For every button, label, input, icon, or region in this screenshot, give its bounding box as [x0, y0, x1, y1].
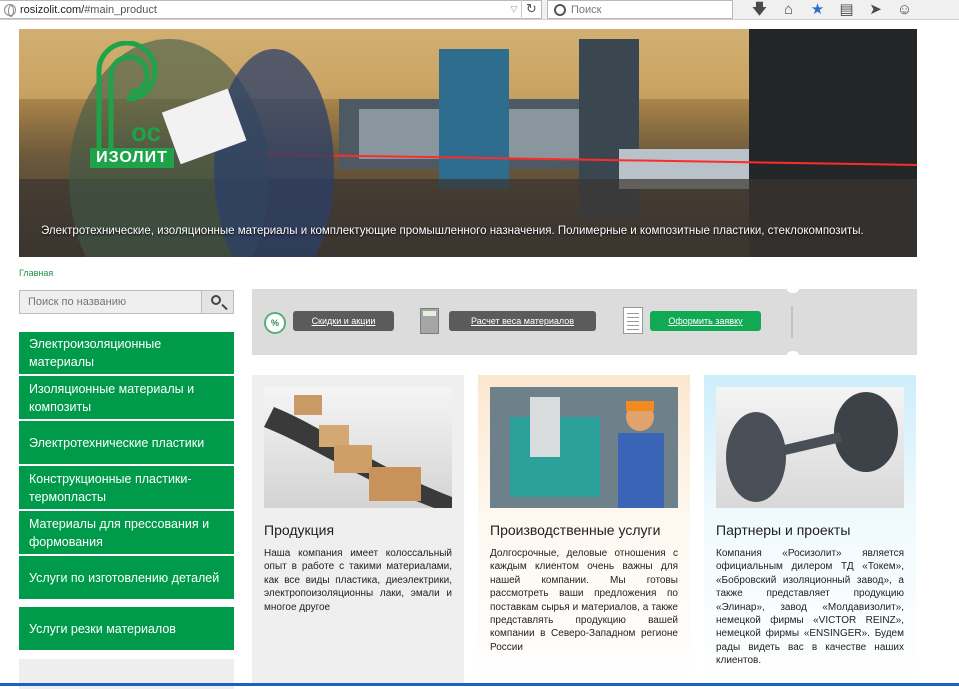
download-icon[interactable]: 🡇: [745, 0, 774, 20]
globe-icon: [4, 3, 16, 17]
catalog-search: [19, 290, 234, 314]
discounts-button[interactable]: Скидки и акции: [293, 311, 394, 331]
card-text: Наша компания имеет колоссальный опыт в …: [264, 548, 452, 613]
card-partners[interactable]: Партнеры и проекты Компания «Росизолит» …: [704, 375, 916, 686]
card-production-services[interactable]: Производственные услуги Долгосрочные, де…: [478, 375, 690, 686]
actions-strip: % Скидки и акции Расчет веса материалов …: [252, 285, 917, 359]
handshake-image: [716, 387, 904, 508]
sidebar-item-electrotech-plastics[interactable]: Электротехнические пластики: [19, 421, 234, 465]
hero-banner: ос ИЗОЛИТ Электротехнические, изоляционн…: [19, 29, 917, 257]
sidebar-item-electroinsulation[interactable]: Электроизоляционные материалы: [19, 332, 234, 375]
send-icon[interactable]: ➤: [861, 0, 890, 20]
url-text[interactable]: rosizolit.com/#main_product: [20, 4, 507, 16]
card-title[interactable]: Продукция: [264, 522, 452, 538]
browser-toolbar: rosizolit.com/#main_product ▽ ↻ Поиск 🡇 …: [0, 0, 959, 20]
web-page: ос ИЗОЛИТ Электротехнические, изоляционн…: [0, 20, 959, 689]
smiley-icon[interactable]: ☺: [890, 0, 919, 20]
card-title[interactable]: Производственные услуги: [490, 522, 678, 538]
document-icon: [623, 307, 643, 334]
conveyor-boxes-image: [264, 387, 452, 508]
card-title[interactable]: Партнеры и проекты: [716, 522, 904, 538]
browser-search-input[interactable]: Поиск: [547, 0, 733, 19]
sidebar-item-pressing-materials[interactable]: Материалы для прессования и формования: [19, 511, 234, 555]
hero-caption: Электротехнические, изоляционные материа…: [41, 225, 864, 237]
sidebar-item-cutting-services[interactable]: Услуги резки материалов: [19, 607, 234, 651]
logo-wordmark[interactable]: ИЗОЛИТ: [90, 148, 174, 168]
card-text: Долгосрочные, деловые отношения с каждым…: [490, 548, 678, 653]
weight-calc-button[interactable]: Расчет веса материалов: [449, 311, 596, 331]
search-engine-icon: [554, 3, 566, 16]
calculator-icon: [420, 308, 439, 334]
sidebar-item-thermoplastics[interactable]: Конструкционные пластики-термопласты: [19, 466, 234, 510]
card-text: Компания «Росизолит» является официальны…: [716, 548, 904, 667]
chevron-down-icon[interactable]: ▽: [507, 4, 521, 15]
catalog-search-input[interactable]: [20, 291, 201, 313]
card-products[interactable]: Продукция Наша компания имеет колоссальн…: [252, 375, 464, 686]
sidebar-item-insulation-composites[interactable]: Изоляционные материалы и композиты: [19, 376, 234, 420]
breadcrumb[interactable]: Главная: [19, 268, 53, 278]
percent-icon: %: [264, 312, 286, 334]
svg-text:ос: ос: [131, 117, 161, 147]
search-icon: [211, 295, 221, 305]
catalog-menu: Электроизоляционные материалы Изоляционн…: [19, 332, 234, 652]
clipboard-icon[interactable]: ▤: [832, 0, 861, 20]
home-icon[interactable]: ⌂: [774, 0, 803, 20]
reload-icon[interactable]: ↻: [521, 0, 541, 19]
order-button[interactable]: Оформить заявку: [650, 311, 761, 331]
address-bar[interactable]: rosizolit.com/#main_product ▽ ↻: [0, 0, 542, 19]
bookmark-star-icon[interactable]: ★: [803, 0, 832, 20]
search-button[interactable]: [201, 291, 233, 313]
machine-operator-image: [490, 387, 678, 508]
sidebar-item-parts-manufacturing[interactable]: Услуги по изготовлению деталей: [19, 556, 234, 600]
